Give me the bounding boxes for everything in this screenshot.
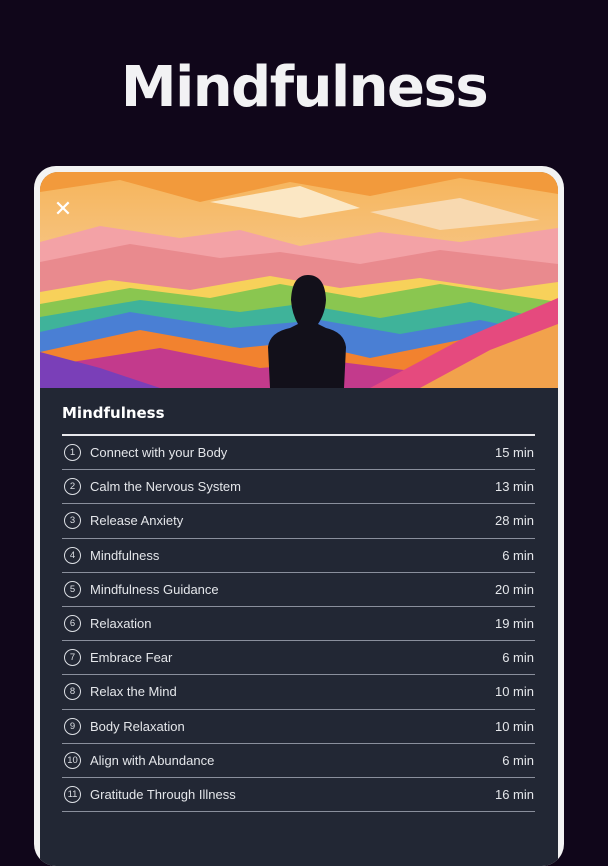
item-number: 5	[64, 580, 81, 598]
item-number: 7	[64, 649, 81, 667]
hero-illustration	[40, 172, 558, 388]
item-title: Mindfulness	[90, 547, 160, 563]
item-duration: 20 min	[494, 581, 534, 597]
item-title: Relaxation	[90, 616, 152, 632]
item-number: 9	[64, 717, 81, 735]
item-number: 3	[64, 512, 81, 530]
list-item[interactable]: 8 Relax the Mind 10 min	[62, 675, 535, 710]
list-item[interactable]: 6 Relaxation 19 min	[62, 607, 535, 642]
item-title: Release Anxiety	[90, 513, 184, 529]
item-number: 1	[64, 444, 81, 462]
item-number: 6	[64, 615, 81, 633]
item-duration: 19 min	[494, 616, 534, 632]
hero-image: ✕	[40, 172, 558, 388]
item-duration: 16 min	[494, 786, 534, 802]
list-item[interactable]: 11 Gratitude Through Illness 16 min	[62, 778, 535, 813]
list-item[interactable]: 2 Calm the Nervous System 13 min	[62, 470, 535, 505]
item-duration: 13 min	[494, 479, 534, 495]
item-number: 4	[64, 546, 81, 564]
item-duration: 6 min	[502, 547, 534, 563]
item-duration: 28 min	[494, 513, 534, 529]
list-item[interactable]: 1 Connect with your Body 15 min	[62, 436, 535, 471]
item-title: Gratitude Through Illness	[90, 786, 236, 802]
item-title: Connect with your Body	[90, 445, 228, 461]
item-title: Body Relaxation	[90, 718, 185, 734]
card-content: ✕ Mindfulness 1 Connect with your Body 15 …	[40, 172, 558, 866]
item-duration: 10 min	[494, 684, 534, 700]
item-title: Mindfulness Guidance	[90, 581, 219, 597]
list-item[interactable]: 4 Mindfulness 6 min	[62, 539, 535, 573]
item-title: Calm the Nervous System	[90, 479, 241, 495]
list-item[interactable]: 5 Mindfulness Guidance 20 min	[62, 573, 535, 607]
item-number: 11	[64, 785, 81, 803]
close-icon: ✕	[53, 196, 73, 222]
rows-container: 1 Connect with your Body 15 min 2 Calm the N…	[62, 436, 535, 813]
item-duration: 15 min	[494, 445, 534, 461]
list-title: Mindfulness	[62, 404, 165, 422]
item-duration: 6 min	[502, 650, 534, 666]
item-number: 2	[64, 478, 81, 496]
item-duration: 10 min	[494, 718, 534, 734]
list-item[interactable]: 7 Embrace Fear 6 min	[62, 641, 535, 676]
list-item[interactable]: 9 Body Relaxation 10 min	[62, 710, 535, 744]
meditation-card: ✕ Mindfulness 1 Connect with your Body 15 …	[34, 166, 564, 866]
item-title: Embrace Fear	[90, 650, 173, 666]
item-number: 8	[64, 683, 81, 701]
close-button[interactable]: ✕	[52, 196, 74, 222]
item-number: 10	[64, 751, 81, 769]
item-title: Relax the Mind	[90, 684, 177, 700]
list-item[interactable]: 3 Release Anxiety 28 min	[62, 504, 535, 539]
item-title: Align with Abundance	[90, 752, 215, 768]
list-item[interactable]: 10 Align with Abundance 6 min	[62, 744, 535, 778]
page-title: Mindfulness	[120, 55, 489, 120]
item-duration: 6 min	[502, 752, 534, 768]
